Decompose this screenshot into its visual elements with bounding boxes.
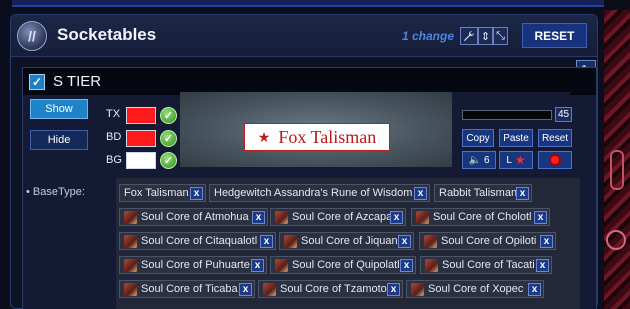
- border-color-label: BD: [106, 131, 122, 143]
- basetype-chip-label: Soul Core of Opiloti: [441, 235, 537, 247]
- tier-header: ✓ S TIER: [23, 68, 596, 95]
- reset-button[interactable]: RESET: [522, 23, 587, 48]
- background-color-swatch[interactable]: [126, 152, 156, 169]
- basetype-chip-label: Soul Core of Xopec: [428, 283, 524, 295]
- burst-icon: [549, 154, 561, 166]
- basetype-chip-label: Soul Core of Quipolatl: [292, 259, 400, 271]
- top-strip: [0, 0, 630, 10]
- basetype-chip: Soul Core of Opiloti x: [419, 232, 556, 250]
- basetype-chip: Soul Core of Puhuarte x: [119, 256, 267, 274]
- remove-basetype-button[interactable]: x: [540, 235, 553, 248]
- soul-core-icon: [275, 258, 288, 272]
- previous-panel-edge: [12, 0, 604, 7]
- minimap-icon-button[interactable]: L ★: [499, 151, 533, 169]
- basetype-chip-label: Soul Core of Jiquani: [301, 235, 401, 247]
- item-label-text: Fox Talisman: [278, 126, 377, 147]
- basetype-chip-label: Soul Core of Citaqualotl: [141, 235, 258, 247]
- basetype-chip: Hedgewitch Assandra's Rune of Wisdom x: [209, 184, 430, 202]
- star-icon: ★: [514, 153, 526, 167]
- star-icon: ★: [257, 128, 271, 145]
- remove-basetype-button[interactable]: x: [398, 235, 411, 248]
- tier-enabled-checkbox[interactable]: ✓: [29, 74, 45, 90]
- basetype-chip: Rabbit Talisman x: [434, 184, 532, 202]
- basetype-chip-label: Soul Core of Puhuarte: [141, 259, 250, 271]
- text-color-label: TX: [106, 108, 121, 120]
- basetype-chip-label: Rabbit Talisman: [439, 187, 518, 199]
- text-color-swatch[interactable]: [126, 107, 156, 124]
- remove-basetype-button[interactable]: x: [251, 259, 264, 272]
- remove-basetype-button[interactable]: x: [190, 187, 203, 200]
- minimap-size-label: L: [506, 154, 512, 166]
- border-color-swatch[interactable]: [126, 130, 156, 147]
- tier-name: S TIER: [53, 73, 102, 90]
- soul-core-icon: [424, 234, 437, 248]
- remove-basetype-button[interactable]: x: [534, 211, 547, 224]
- panel-header: // Socketables 1 change ⇕ ⤡ RESET: [11, 15, 597, 57]
- basetype-chip: Soul Core of Xopec x: [406, 280, 544, 298]
- show-button[interactable]: Show: [30, 99, 88, 119]
- remove-basetype-button[interactable]: x: [260, 235, 273, 248]
- soul-core-icon: [124, 234, 137, 248]
- soul-core-icon: [416, 210, 429, 224]
- soul-core-icon: [284, 234, 297, 248]
- style-reset-button[interactable]: Reset: [538, 129, 572, 147]
- speaker-icon: 🔈: [468, 154, 481, 166]
- basetype-chip: Soul Core of Tzamoto x: [258, 280, 403, 298]
- font-size-value[interactable]: 45: [555, 107, 572, 122]
- remove-basetype-button[interactable]: x: [239, 283, 252, 296]
- remove-basetype-button[interactable]: x: [390, 211, 403, 224]
- basetype-chip-label: Soul Core of Tacati: [442, 259, 535, 271]
- change-count: 1 change: [402, 29, 455, 43]
- remove-basetype-button[interactable]: x: [414, 187, 427, 200]
- soul-core-icon: [263, 282, 276, 296]
- remove-basetype-button[interactable]: x: [400, 259, 413, 272]
- soul-core-icon: [124, 210, 137, 224]
- wrench-icon[interactable]: [460, 27, 478, 45]
- basetype-chip: Soul Core of Citaqualotl x: [119, 232, 276, 250]
- sound-value: 6: [483, 154, 490, 166]
- remove-basetype-button[interactable]: x: [516, 187, 529, 200]
- basetype-chip: Soul Core of Tacati x: [420, 256, 552, 274]
- basetype-chip-label: Soul Core of Azcapa: [292, 211, 393, 223]
- beam-effect-button[interactable]: [538, 151, 572, 169]
- soul-core-icon: [124, 258, 137, 272]
- copy-button[interactable]: Copy: [462, 129, 494, 147]
- font-size-slider[interactable]: [462, 110, 552, 120]
- basetype-chip-label: Soul Core of Cholotl: [433, 211, 532, 223]
- sound-button[interactable]: 🔈 6: [462, 151, 496, 169]
- item-label-preview: ★ Fox Talisman: [244, 123, 390, 151]
- paste-button[interactable]: Paste: [499, 129, 533, 147]
- basetype-chip: Soul Core of Quipolatl x: [270, 256, 416, 274]
- text-color-check-icon[interactable]: ✓: [160, 107, 177, 124]
- basetype-label: • BaseType:: [26, 186, 85, 198]
- soul-core-icon: [411, 282, 424, 296]
- basetype-chip: Soul Core of Cholotl x: [411, 208, 550, 226]
- background-color-label: BG: [106, 154, 122, 166]
- soul-core-icon: [425, 258, 438, 272]
- basetype-chip-label: Soul Core of Atmohua: [141, 211, 249, 223]
- remove-basetype-button[interactable]: x: [387, 283, 400, 296]
- remove-basetype-button[interactable]: x: [536, 259, 549, 272]
- collapse-icon[interactable]: ⤡: [493, 27, 508, 45]
- hide-button[interactable]: Hide: [30, 130, 88, 150]
- basetype-chip: Soul Core of Azcapa x: [270, 208, 406, 226]
- basetype-chip-label: Fox Talisman: [124, 187, 189, 199]
- basetype-chip: Soul Core of Atmohua x: [119, 208, 268, 226]
- basetype-chip: Soul Core of Ticaba x: [119, 280, 255, 298]
- background-color-check-icon[interactable]: ✓: [160, 152, 177, 169]
- background-art: [604, 10, 630, 309]
- basetype-chip: Soul Core of Jiquani x: [279, 232, 414, 250]
- page-title: Socketables: [57, 25, 157, 44]
- remove-basetype-button[interactable]: x: [252, 211, 265, 224]
- soul-core-icon: [275, 210, 288, 224]
- remove-basetype-button[interactable]: x: [528, 283, 541, 296]
- basetype-chip: Fox Talisman x: [119, 184, 206, 202]
- basetype-chip-label: Soul Core of Tzamoto: [280, 283, 387, 295]
- basetype-chip-label: Soul Core of Ticaba: [141, 283, 238, 295]
- soul-core-icon: [124, 282, 137, 296]
- socketables-logo-icon: //: [17, 21, 47, 51]
- border-color-check-icon[interactable]: ✓: [160, 130, 177, 147]
- sort-updown-icon[interactable]: ⇕: [478, 27, 493, 45]
- basetype-chip-label: Hedgewitch Assandra's Rune of Wisdom: [214, 187, 413, 199]
